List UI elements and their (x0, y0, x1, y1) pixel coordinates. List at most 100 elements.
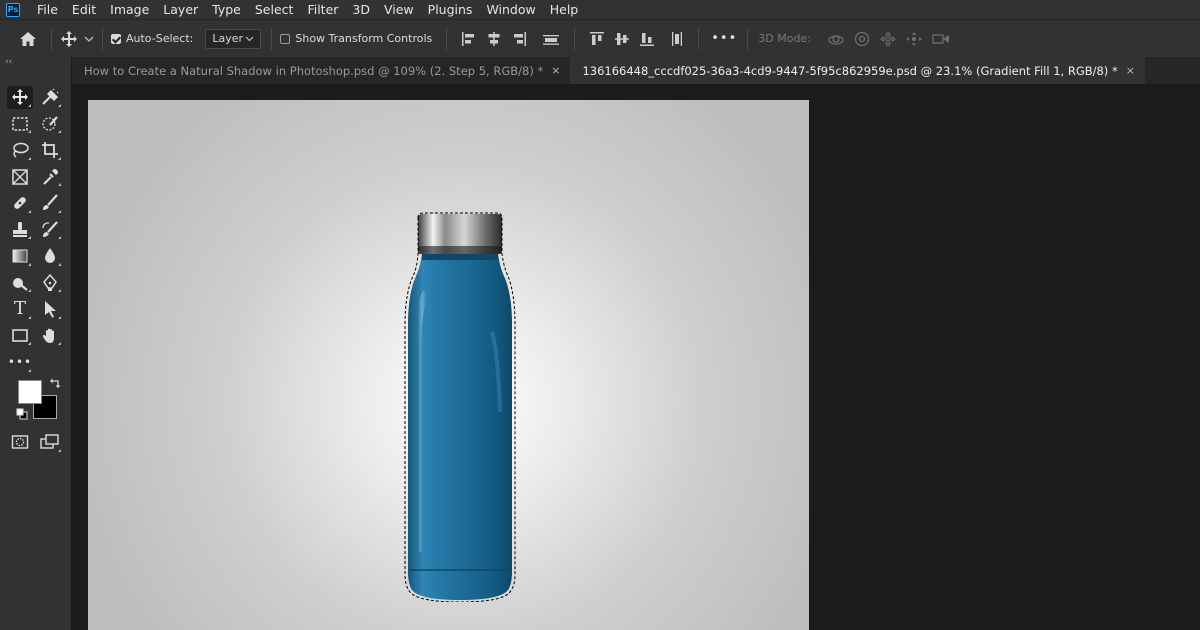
lasso-icon (13, 143, 29, 158)
align-vertical-center-icon[interactable] (614, 31, 630, 47)
tab-gradient-fill-document[interactable]: 136166448_cccdf025-36a3-4cd9-9447-5f95c8… (570, 57, 1145, 84)
crop-icon (42, 142, 58, 159)
more-options-button[interactable]: ••• (711, 31, 737, 46)
healing-brush-tool[interactable] (7, 192, 33, 215)
3d-roll-icon[interactable] (853, 31, 871, 47)
3d-scale-icon[interactable] (931, 31, 951, 47)
workspace (72, 84, 1200, 630)
edit-toolbar-button[interactable]: ••• (7, 351, 33, 374)
close-icon[interactable]: × (551, 64, 560, 77)
object-selection-tool[interactable] (37, 86, 63, 109)
close-icon[interactable]: × (1126, 64, 1135, 77)
menu-plugins[interactable]: Plugins (421, 0, 480, 19)
menu-bar: Ps File Edit Image Layer Type Select Fil… (0, 0, 1200, 19)
color-swatches (14, 377, 62, 425)
distribute-vertical-icon[interactable] (670, 31, 684, 47)
3d-pan-icon[interactable] (879, 30, 897, 47)
align-right-icon[interactable] (511, 31, 527, 47)
frame-tool[interactable] (7, 165, 33, 188)
bottle-image (404, 212, 516, 602)
menu-file[interactable]: File (30, 0, 65, 19)
menu-edit[interactable]: Edit (65, 0, 103, 19)
dodge-tool[interactable] (7, 271, 33, 294)
show-transform-label: Show Transform Controls (295, 32, 433, 45)
type-tool[interactable]: T (7, 298, 33, 321)
hand-tool[interactable] (37, 324, 63, 347)
rectangle-tool[interactable] (7, 324, 33, 347)
menu-select[interactable]: Select (248, 0, 301, 19)
quick-selection-brush-icon (42, 116, 58, 131)
path-selection-tool[interactable] (37, 298, 63, 321)
home-button[interactable] (19, 31, 37, 47)
home-icon (20, 31, 36, 46)
menu-3d[interactable]: 3D (345, 0, 377, 19)
align-horizontal-center-icon[interactable] (486, 31, 502, 47)
quick-selection-tool[interactable] (37, 112, 63, 135)
rectangle-icon (12, 328, 28, 342)
pen-tool[interactable] (37, 271, 63, 294)
align-vertical-group (589, 31, 684, 47)
blur-tool[interactable] (37, 245, 63, 268)
options-bar: Auto-Select: Layer Show Transform Contro… (0, 19, 1200, 57)
gradient-icon (12, 249, 28, 263)
tools-panel: ‹‹ T ••• (0, 57, 72, 630)
bandage-icon (14, 197, 26, 210)
crop-tool[interactable] (37, 139, 63, 162)
menu-view[interactable]: View (377, 0, 421, 19)
divider (102, 27, 103, 50)
menu-layer[interactable]: Layer (156, 0, 205, 19)
align-left-icon[interactable] (461, 31, 477, 47)
brush-tool[interactable] (37, 192, 63, 215)
menu-type[interactable]: Type (205, 0, 248, 19)
tab-label: 136166448_cccdf025-36a3-4cd9-9447-5f95c8… (582, 63, 1118, 78)
move-tool-preset[interactable] (60, 30, 94, 48)
history-brush-tool[interactable] (37, 218, 63, 241)
gradient-tool[interactable] (7, 245, 33, 268)
eyedropper-icon (43, 168, 58, 185)
tool-column: T ••• (3, 84, 67, 376)
screen-mode-button[interactable] (37, 431, 63, 454)
default-colors-icon[interactable] (16, 408, 28, 420)
align-bottom-icon[interactable] (639, 31, 655, 47)
divider (271, 27, 273, 50)
3d-mode-label: 3D Mode: (758, 32, 811, 45)
auto-select-target-dropdown[interactable]: Layer (205, 28, 262, 49)
swap-colors-icon[interactable] (49, 377, 61, 389)
dropdown-value: Layer (212, 32, 244, 45)
menu-window[interactable]: Window (479, 0, 542, 19)
distribute-horizontal-icon[interactable] (542, 31, 560, 47)
stamp-icon (13, 221, 27, 237)
photoshop-logo[interactable]: Ps (6, 2, 20, 17)
align-top-icon[interactable] (589, 31, 605, 47)
divider (446, 27, 448, 50)
water-drop-icon (45, 248, 55, 264)
quick-mask-button[interactable] (7, 431, 33, 454)
type-icon: T (13, 298, 26, 320)
collapse-panel-button[interactable]: ‹‹ (5, 57, 12, 67)
move-icon (12, 89, 28, 106)
3d-slide-icon[interactable] (905, 31, 923, 47)
eyedropper-tool[interactable] (37, 165, 63, 188)
clone-stamp-tool[interactable] (7, 218, 33, 241)
menu-help[interactable]: Help (543, 0, 586, 19)
menu-filter[interactable]: Filter (300, 0, 345, 19)
3d-orbit-icon[interactable] (827, 31, 845, 47)
auto-select-toggle[interactable]: Auto-Select: (111, 32, 193, 45)
divider (747, 27, 749, 50)
document-canvas[interactable] (88, 100, 809, 630)
chevron-down-icon (245, 36, 254, 42)
marquee-tool[interactable] (7, 112, 33, 135)
foreground-color-swatch[interactable] (18, 380, 42, 404)
move-tool[interactable] (7, 85, 33, 109)
tab-natural-shadow[interactable]: How to Create a Natural Shadow in Photos… (72, 57, 570, 84)
menu-image[interactable]: Image (103, 0, 156, 19)
divider (574, 27, 576, 50)
show-transform-checkbox[interactable] (280, 33, 291, 44)
show-transform-toggle[interactable]: Show Transform Controls (280, 32, 432, 45)
auto-select-checkbox[interactable] (111, 33, 121, 44)
hand-icon (42, 328, 54, 343)
lasso-tool[interactable] (7, 139, 33, 162)
document-tab-bar: How to Create a Natural Shadow in Photos… (72, 57, 1200, 84)
object-selection-icon (42, 88, 59, 105)
frame-icon (12, 169, 28, 185)
